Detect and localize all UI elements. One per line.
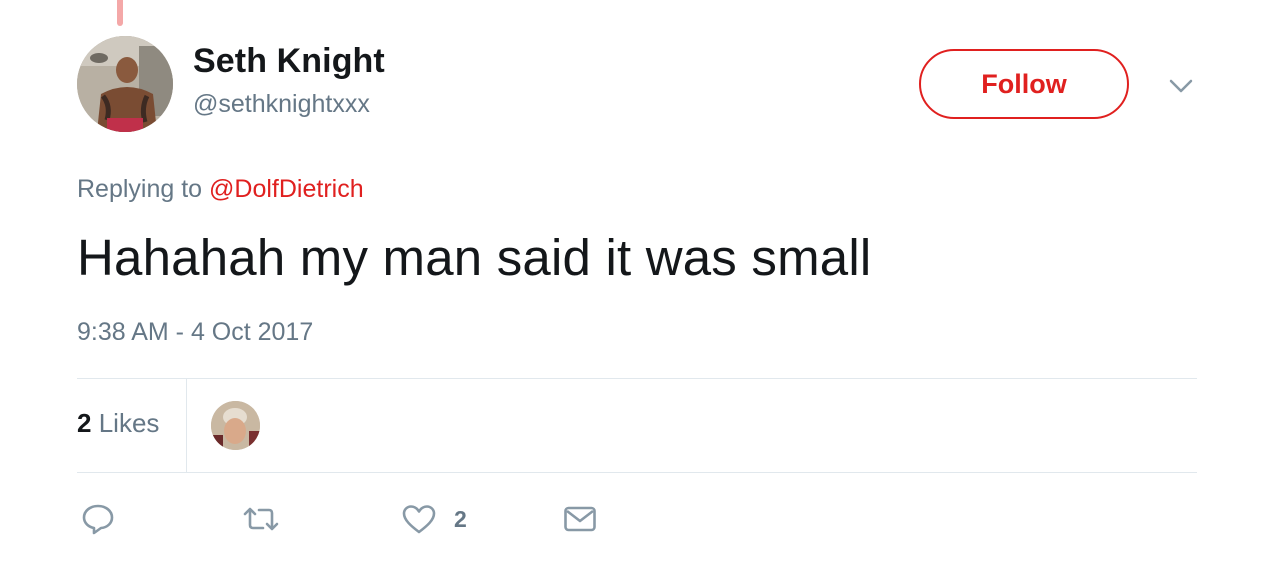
author-handle[interactable]: @sethknightxxx — [193, 90, 370, 119]
author-display-name[interactable]: Seth Knight — [193, 42, 385, 81]
stats-separator — [186, 379, 187, 472]
chevron-down-icon — [1169, 79, 1193, 93]
liker-avatar-image — [211, 401, 260, 450]
heart-icon — [402, 505, 436, 534]
more-options-button[interactable] — [1166, 74, 1196, 96]
tweet-text: Hahahah my man said it was small — [77, 229, 872, 286]
reply-context-prefix: Replying to — [77, 175, 203, 203]
reply-button[interactable] — [81, 502, 115, 536]
follow-button-label: Follow — [981, 68, 1067, 99]
author-avatar-image — [77, 36, 173, 132]
author-avatar[interactable] — [77, 36, 173, 132]
liker-avatar[interactable] — [211, 401, 260, 450]
direct-message-button[interactable] — [563, 502, 597, 536]
retweet-icon — [243, 507, 279, 531]
stats-divider-top — [77, 378, 1197, 379]
thread-connector-line — [117, 0, 123, 26]
like-button[interactable]: 2 — [402, 502, 467, 536]
retweet-button[interactable] — [242, 502, 280, 536]
likes-count: 2 — [77, 408, 92, 438]
like-count: 2 — [454, 505, 467, 532]
reply-icon — [82, 504, 114, 535]
tweet-timestamp[interactable]: 9:38 AM - 4 Oct 2017 — [77, 318, 313, 347]
likes-label: Likes — [98, 408, 160, 438]
follow-button[interactable]: Follow — [919, 49, 1129, 119]
reply-context: Replying to @DolfDietrich — [77, 175, 364, 204]
reply-mention-link[interactable]: @DolfDietrich — [209, 175, 364, 203]
likes-stat-link[interactable]: 2 Likes — [77, 408, 159, 439]
stats-divider-bottom — [77, 472, 1197, 473]
envelope-icon — [564, 506, 596, 532]
